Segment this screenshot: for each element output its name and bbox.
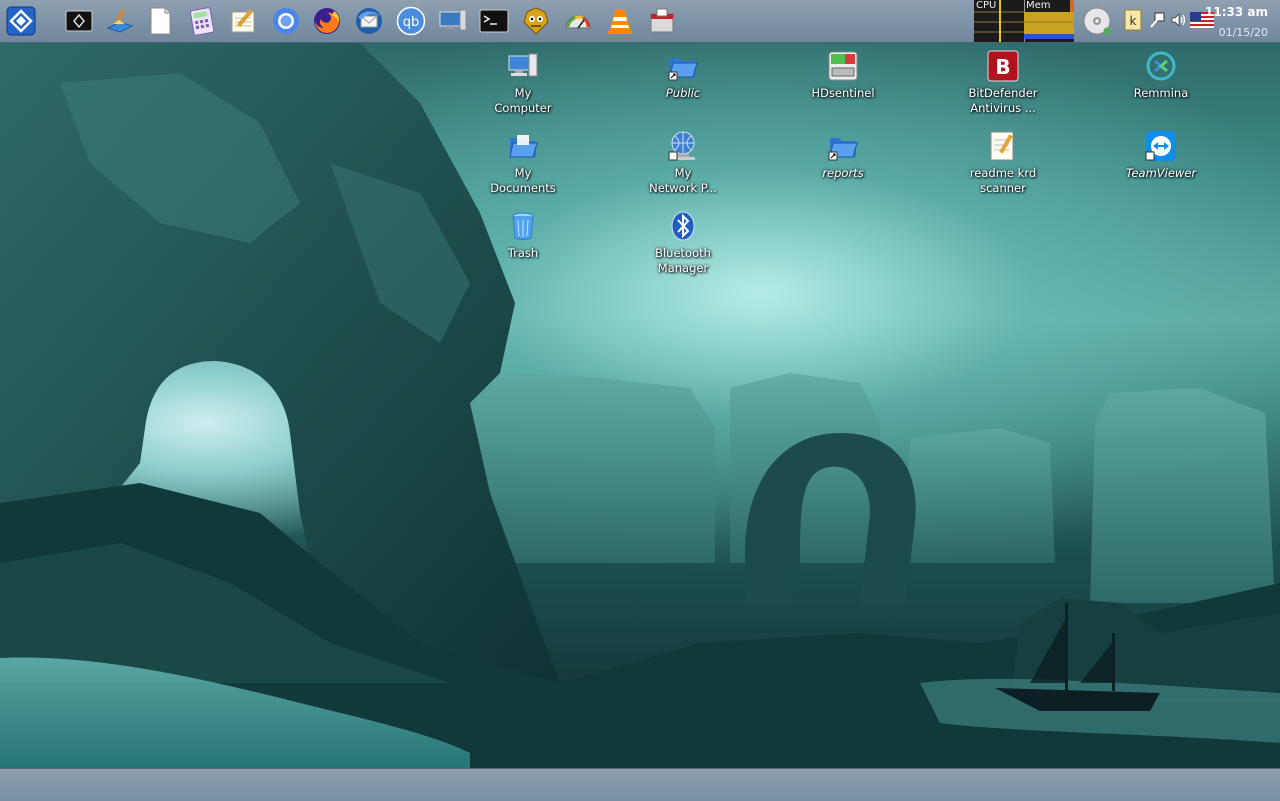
launcher-calculator[interactable] bbox=[186, 5, 218, 37]
desktop-icon-label: Public bbox=[665, 86, 701, 100]
folder-link-icon bbox=[826, 129, 860, 163]
desktop-icon-label: My Network P... bbox=[649, 166, 717, 195]
trash-icon bbox=[506, 209, 540, 243]
desktop-icon-hdsentinel[interactable]: HDsentinel bbox=[788, 49, 898, 101]
launcher-notepad[interactable] bbox=[228, 5, 260, 37]
taskbar[interactable] bbox=[0, 768, 1280, 801]
optical-disc-icon bbox=[1083, 7, 1111, 35]
top-panel: qb CPU Mem k 11:33 am 01/15/20 bbox=[0, 0, 1280, 43]
desktop-icon-label: Remmina bbox=[1133, 86, 1189, 100]
desktop-icon-teamviewer[interactable]: TeamViewer bbox=[1106, 129, 1216, 181]
system-monitor-icon bbox=[439, 9, 467, 31]
svg-text:k: k bbox=[1130, 14, 1137, 28]
desktop-icon-label: My Documents bbox=[490, 166, 556, 195]
desktop-icon-label: Trash bbox=[507, 246, 539, 260]
launcher-vlc[interactable] bbox=[604, 5, 636, 37]
disk-speed-icon bbox=[565, 15, 591, 29]
system-monitor-applet[interactable]: CPU Mem bbox=[974, 0, 1074, 42]
desktop-icon-label: Bluetooth Manager bbox=[655, 246, 711, 275]
launcher-thunderbird[interactable] bbox=[353, 5, 385, 37]
start-menu-button[interactable] bbox=[5, 5, 37, 37]
memory-label: Mem bbox=[1026, 0, 1051, 11]
volume-icon bbox=[1171, 13, 1186, 27]
launcher-package-installer[interactable] bbox=[646, 5, 678, 37]
desktop-icon-label: BitDefender Antivirus ... bbox=[968, 86, 1038, 115]
desktop-icon-label: reports bbox=[822, 166, 864, 180]
desktop-icon-label: HDsentinel bbox=[811, 86, 875, 100]
launcher-ghost[interactable] bbox=[520, 5, 552, 37]
clock-date[interactable]: 01/15/20 bbox=[1219, 26, 1268, 39]
desktop-icon-trash[interactable]: Trash bbox=[468, 209, 578, 261]
keyboard-k-icon: k bbox=[1124, 9, 1142, 31]
terminal-icon bbox=[479, 9, 509, 33]
desktop-icon-bitdefender[interactable]: B BitDefender Antivirus ... bbox=[948, 49, 1058, 116]
hard-disk-icon bbox=[826, 49, 860, 83]
folder-icon bbox=[506, 129, 540, 163]
network-globe-icon bbox=[666, 129, 700, 163]
text-note-icon bbox=[986, 129, 1020, 163]
tray-optical-disc[interactable] bbox=[1081, 4, 1113, 38]
bluetooth-icon bbox=[666, 209, 700, 243]
launcher-disk-speed[interactable] bbox=[562, 5, 594, 37]
desktop-icon-label: TeamViewer bbox=[1125, 166, 1197, 180]
folder-link-icon bbox=[666, 49, 700, 83]
tray-volume[interactable] bbox=[1169, 8, 1189, 32]
desktop-icon-remmina[interactable]: Remmina bbox=[1106, 49, 1216, 101]
bitdefender-icon: B bbox=[986, 49, 1020, 83]
launcher-screen-capture[interactable] bbox=[63, 5, 95, 37]
desktop-icon-my-computer[interactable]: My Computer bbox=[468, 49, 578, 116]
network-icon bbox=[1150, 12, 1165, 28]
cpu-label: CPU bbox=[976, 0, 997, 11]
launcher-system-monitor[interactable] bbox=[437, 5, 469, 37]
desktop-icon-label: My Computer bbox=[494, 86, 552, 115]
desktop-icon-my-documents[interactable]: My Documents bbox=[468, 129, 578, 196]
desktop-icon-label: readme krd scanner bbox=[969, 166, 1037, 195]
ghost-icon bbox=[523, 7, 549, 35]
launcher-chromium[interactable] bbox=[270, 5, 302, 37]
desktop-icon-public[interactable]: Public bbox=[628, 49, 738, 101]
desktop-icon-my-network[interactable]: My Network P... bbox=[628, 129, 738, 196]
desktop-icon-readme[interactable]: readme krd scanner bbox=[948, 129, 1058, 196]
launcher-file-manager[interactable] bbox=[104, 5, 136, 37]
desktop-icon-bluetooth[interactable]: Bluetooth Manager bbox=[628, 209, 738, 276]
chromium-icon bbox=[273, 8, 299, 34]
remmina-icon bbox=[1144, 49, 1178, 83]
launcher-firefox[interactable] bbox=[311, 5, 343, 37]
package-installer-icon bbox=[650, 8, 674, 33]
tray-keyboard-layout[interactable]: k bbox=[1123, 8, 1143, 32]
start-menu-button-icon bbox=[6, 6, 36, 36]
svg-text:qb: qb bbox=[403, 15, 420, 30]
thunderbird-icon bbox=[356, 8, 382, 34]
text-document-icon bbox=[150, 7, 171, 35]
launcher-qbittorrent[interactable]: qb bbox=[395, 5, 427, 37]
svg-text:B: B bbox=[995, 55, 1010, 79]
qbittorrent-icon: qb bbox=[396, 6, 426, 36]
desktop-icon-reports[interactable]: reports bbox=[788, 129, 898, 181]
clock-time[interactable]: 11:33 am bbox=[1205, 5, 1268, 19]
screen-capture-icon bbox=[65, 10, 93, 32]
computer-icon bbox=[506, 49, 540, 83]
notepad-icon bbox=[231, 9, 255, 33]
tray-network[interactable] bbox=[1147, 8, 1167, 32]
firefox-icon bbox=[314, 8, 340, 34]
teamviewer-icon bbox=[1144, 129, 1178, 163]
desktop[interactable]: My Computer Public HDsentinel B BitDefender … bbox=[0, 43, 1280, 768]
vlc-icon bbox=[608, 9, 632, 34]
calculator-icon bbox=[189, 7, 215, 36]
file-manager-icon bbox=[106, 8, 134, 33]
launcher-terminal[interactable] bbox=[478, 5, 510, 37]
launcher-text-document[interactable] bbox=[144, 5, 176, 37]
